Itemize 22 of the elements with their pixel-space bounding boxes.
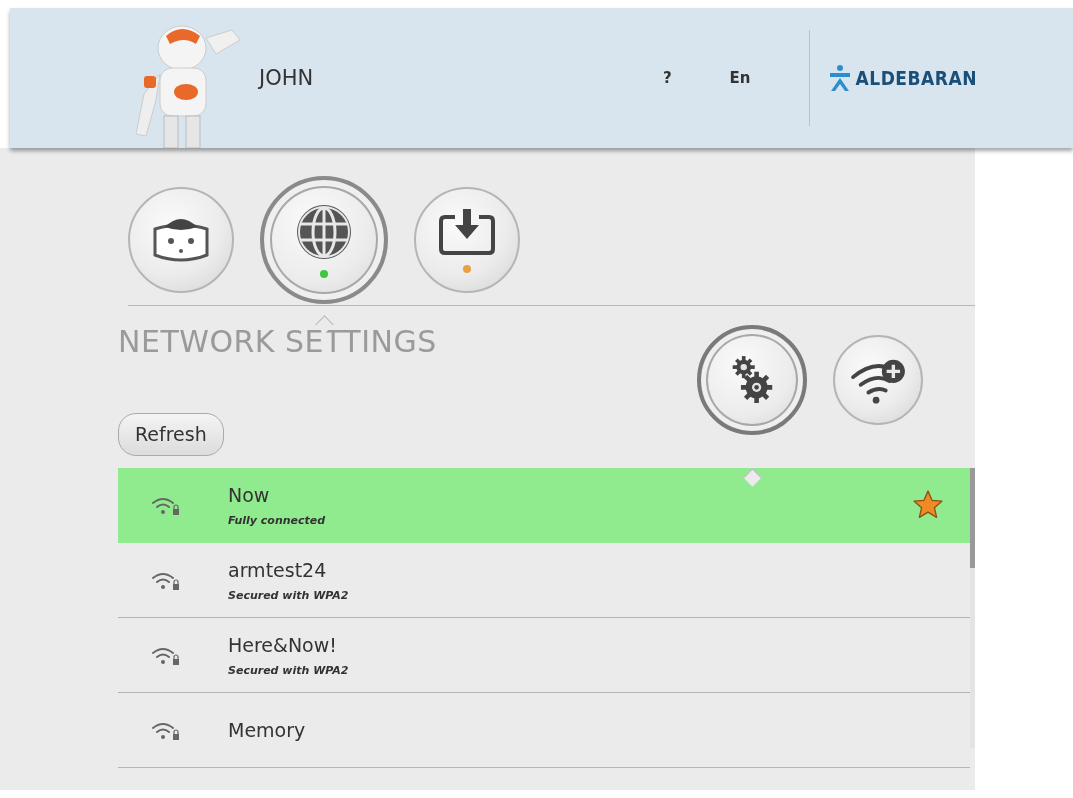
network-status: Secured with WPA2 <box>228 588 350 602</box>
user-name: JOHN <box>259 66 314 90</box>
logo-text: ALDEBARAN <box>855 67 977 89</box>
network-name: armtest24 <box>228 558 328 581</box>
network-status: Fully connected <box>228 513 327 527</box>
network-name: Memory <box>228 719 307 741</box>
language-button[interactable]: En <box>723 65 757 91</box>
favorite-star-icon[interactable] <box>912 489 944 521</box>
network-status: Secured with WPA2 <box>228 663 350 677</box>
section-title: NETWORK SETTINGS <box>118 324 437 359</box>
network-row[interactable]: Memory <box>118 693 970 768</box>
network-name: Here&Now! <box>228 633 338 656</box>
network-name: Now <box>228 483 271 506</box>
refresh-button[interactable]: Refresh <box>118 413 224 456</box>
help-button[interactable]: ? <box>656 65 678 91</box>
logo-icon <box>827 64 852 92</box>
scrollbar-thumb[interactable] <box>970 468 975 568</box>
scrollbar[interactable] <box>970 468 975 748</box>
network-row[interactable]: Here&Now! Secured with WPA2 <box>118 618 970 693</box>
network-row[interactable]: armtest24 Secured with WPA2 <box>118 543 970 618</box>
download-icon <box>437 207 497 257</box>
network-row[interactable]: Now Fully connected <box>118 468 970 543</box>
